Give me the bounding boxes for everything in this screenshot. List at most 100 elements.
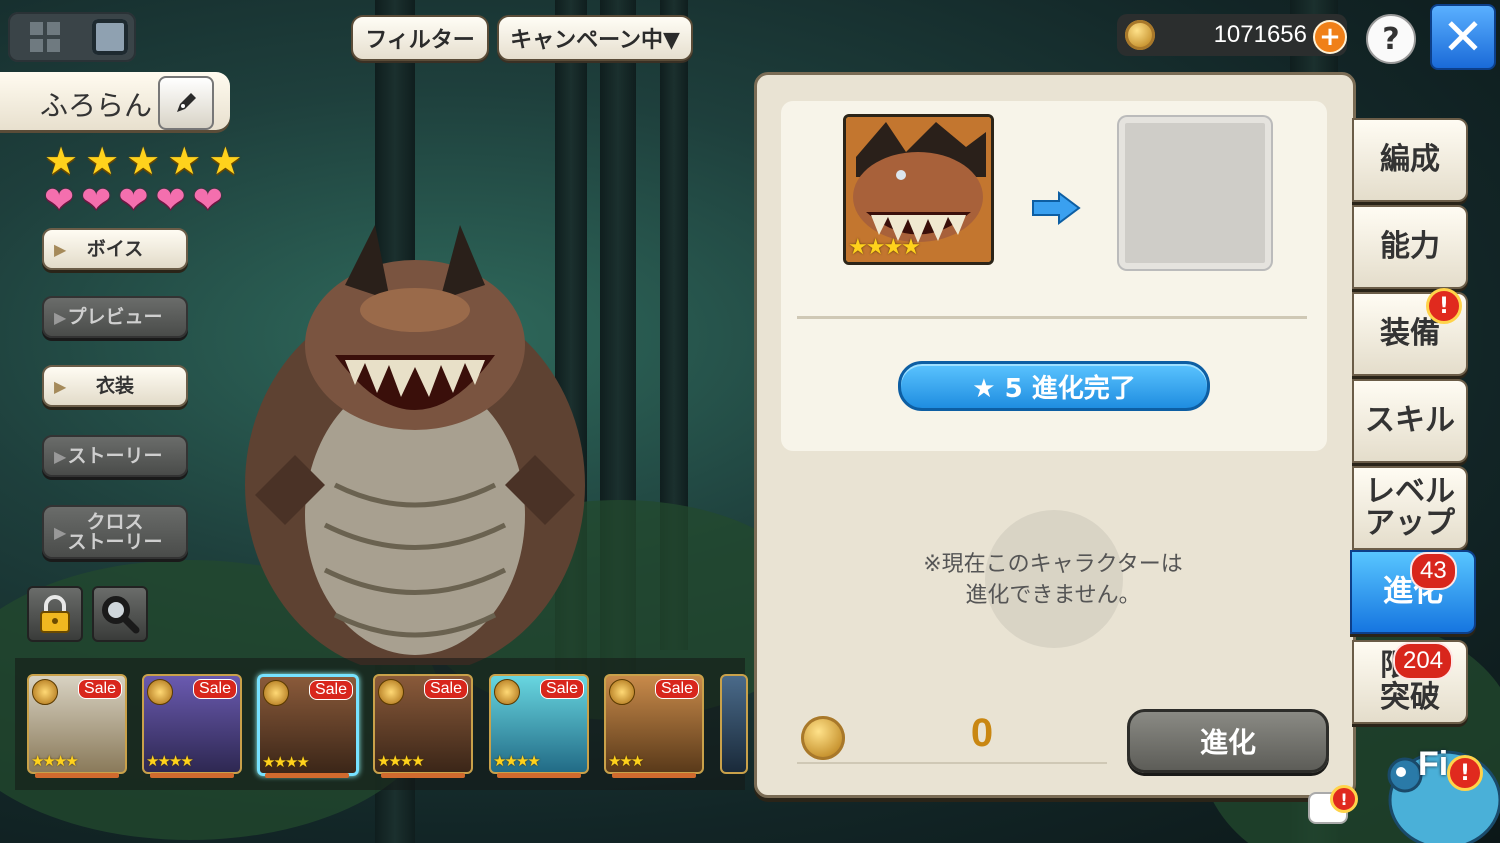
current-character-portrait[interactable]: ★★★★ bbox=[843, 114, 994, 265]
mascot-label: Fi bbox=[1418, 745, 1449, 783]
sale-badge: Sale bbox=[192, 679, 237, 699]
heart-icon: ❤ bbox=[118, 180, 149, 221]
tab[interactable]: レベル アップ bbox=[1352, 466, 1468, 550]
magnifier-icon bbox=[102, 596, 140, 634]
fire-element-icon bbox=[263, 680, 289, 706]
character-model bbox=[245, 225, 585, 665]
roster-card[interactable]: Sale ★★★★ bbox=[373, 674, 473, 774]
divider bbox=[797, 316, 1307, 319]
side-button-label: ストーリー bbox=[67, 445, 163, 467]
gold-coin-icon bbox=[1125, 20, 1155, 50]
play-arrow-icon: ▶ bbox=[54, 522, 67, 542]
side-button[interactable]: ▶ 衣装 bbox=[42, 365, 188, 407]
character-name: ふろらん bbox=[40, 89, 153, 122]
view-toggle[interactable] bbox=[8, 12, 136, 62]
help-button[interactable]: ? bbox=[1366, 14, 1416, 64]
card-progress-bar bbox=[612, 773, 696, 778]
heart-icon: ❤ bbox=[44, 180, 75, 221]
card-stars: ★★★★ bbox=[31, 752, 79, 770]
heart-icon: ❤ bbox=[192, 180, 223, 221]
tab-label: 編成 bbox=[1380, 142, 1440, 177]
roster-card[interactable]: Sale ★★★★ bbox=[27, 674, 127, 774]
rename-pen-button[interactable] bbox=[158, 76, 214, 130]
side-button[interactable]: ▶ クロス ストーリー bbox=[42, 505, 188, 559]
side-button-label: プレビュー bbox=[67, 306, 163, 328]
pen-icon bbox=[177, 93, 196, 112]
right-arrow-icon bbox=[1032, 191, 1081, 225]
character-name-plate: ふろらん bbox=[0, 72, 230, 130]
card-stars: ★★★★ bbox=[377, 752, 425, 770]
evolution-status-badge: ★ 5 進化完了 bbox=[898, 361, 1210, 411]
close-button[interactable]: ✕ bbox=[1430, 4, 1496, 70]
search-button[interactable] bbox=[92, 586, 148, 642]
add-currency-button[interactable]: + bbox=[1313, 20, 1347, 54]
count-badge: 43 bbox=[1410, 552, 1457, 590]
star-icon: ★ bbox=[167, 139, 202, 183]
evolved-character-slot bbox=[1119, 117, 1271, 269]
mascot-alert-badge: ! bbox=[1447, 755, 1483, 791]
wind-element-icon bbox=[609, 679, 635, 705]
star-icon: ★ bbox=[126, 139, 161, 183]
tab[interactable]: 能力 bbox=[1352, 205, 1468, 289]
roster-card[interactable]: Sale ★★★★ bbox=[142, 674, 242, 774]
tab-label: 装備 bbox=[1380, 316, 1440, 351]
star-icon: ★ bbox=[208, 139, 243, 183]
water-element-icon bbox=[494, 679, 520, 705]
chat-alert-badge: ! bbox=[1330, 785, 1358, 813]
rarity-stars: ★ ★ ★ ★ ★ bbox=[44, 142, 242, 180]
sale-badge: Sale bbox=[654, 679, 699, 699]
card-progress-bar bbox=[265, 773, 349, 778]
evolution-panel: ★★★★ ★ 5 進化完了 ※現在このキャラクターは 進化できません。 0 進化 bbox=[754, 72, 1356, 798]
card-progress-bar bbox=[35, 773, 119, 778]
evolution-note: ※現在このキャラクターは 進化できません。 bbox=[923, 552, 1183, 608]
lock-button[interactable] bbox=[27, 586, 83, 642]
tab-label: レベル アップ bbox=[1365, 474, 1455, 541]
count-badge: 204 bbox=[1393, 642, 1454, 680]
gold-coin-icon bbox=[801, 716, 845, 760]
play-arrow-icon: ▶ bbox=[54, 239, 67, 259]
sale-badge: Sale bbox=[539, 679, 584, 699]
fire-element-icon bbox=[378, 679, 404, 705]
evolution-preview-area: ★★★★ ★ 5 進化完了 bbox=[781, 101, 1327, 451]
fire-element-icon bbox=[147, 679, 173, 705]
tab[interactable]: 編成 bbox=[1352, 118, 1468, 202]
heart-icon: ❤ bbox=[81, 180, 112, 221]
roster-card[interactable]: Sale ★★★★ bbox=[257, 674, 359, 776]
side-button[interactable]: ▶ ストーリー bbox=[42, 435, 188, 477]
alert-badge: ! bbox=[1426, 288, 1462, 324]
sale-badge: Sale bbox=[423, 679, 468, 699]
side-button-label: ボイス bbox=[86, 238, 144, 260]
side-button-label: クロス ストーリー bbox=[67, 511, 163, 553]
sale-badge: Sale bbox=[77, 679, 122, 699]
cost-underline bbox=[797, 762, 1107, 764]
card-progress-bar bbox=[150, 773, 234, 778]
affection-hearts: ❤ ❤ ❤ ❤ ❤ bbox=[44, 183, 223, 219]
card-stars: ★★★★ bbox=[146, 752, 194, 770]
roster-card[interactable]: Sale ★★★ bbox=[604, 674, 704, 774]
side-button[interactable]: ▶ プレビュー bbox=[42, 296, 188, 338]
side-button[interactable]: ▶ ボイス bbox=[42, 228, 188, 270]
side-button-label: 衣装 bbox=[95, 375, 134, 397]
card-stars: ★★★★ bbox=[262, 753, 310, 771]
star-icon: ★ bbox=[44, 139, 79, 183]
roster-card-partial[interactable] bbox=[720, 674, 748, 774]
filter-button[interactable]: フィルター bbox=[351, 15, 489, 61]
evolution-cost: 0 bbox=[970, 711, 994, 755]
star-icon: ★ bbox=[85, 139, 120, 183]
currency-amount: 1071656 bbox=[1213, 21, 1307, 48]
grid-view-icon[interactable] bbox=[30, 22, 60, 52]
tab-label: 能力 bbox=[1380, 229, 1440, 264]
single-view-icon[interactable] bbox=[92, 19, 128, 55]
card-stars: ★★★★ bbox=[493, 752, 541, 770]
play-arrow-icon: ▶ bbox=[54, 376, 67, 396]
card-progress-bar bbox=[497, 773, 581, 778]
lock-icon bbox=[40, 595, 70, 633]
evolve-button[interactable]: 進化 bbox=[1127, 709, 1329, 773]
roster-card[interactable]: Sale ★★★★ bbox=[489, 674, 589, 774]
play-arrow-icon: ▶ bbox=[54, 307, 67, 327]
play-arrow-icon: ▶ bbox=[54, 446, 67, 466]
tab-label: スキル bbox=[1365, 403, 1455, 438]
campaign-dropdown[interactable]: キャンペーン中▼ bbox=[497, 15, 693, 61]
tab[interactable]: スキル bbox=[1352, 379, 1468, 463]
card-stars: ★★★ bbox=[608, 752, 644, 770]
